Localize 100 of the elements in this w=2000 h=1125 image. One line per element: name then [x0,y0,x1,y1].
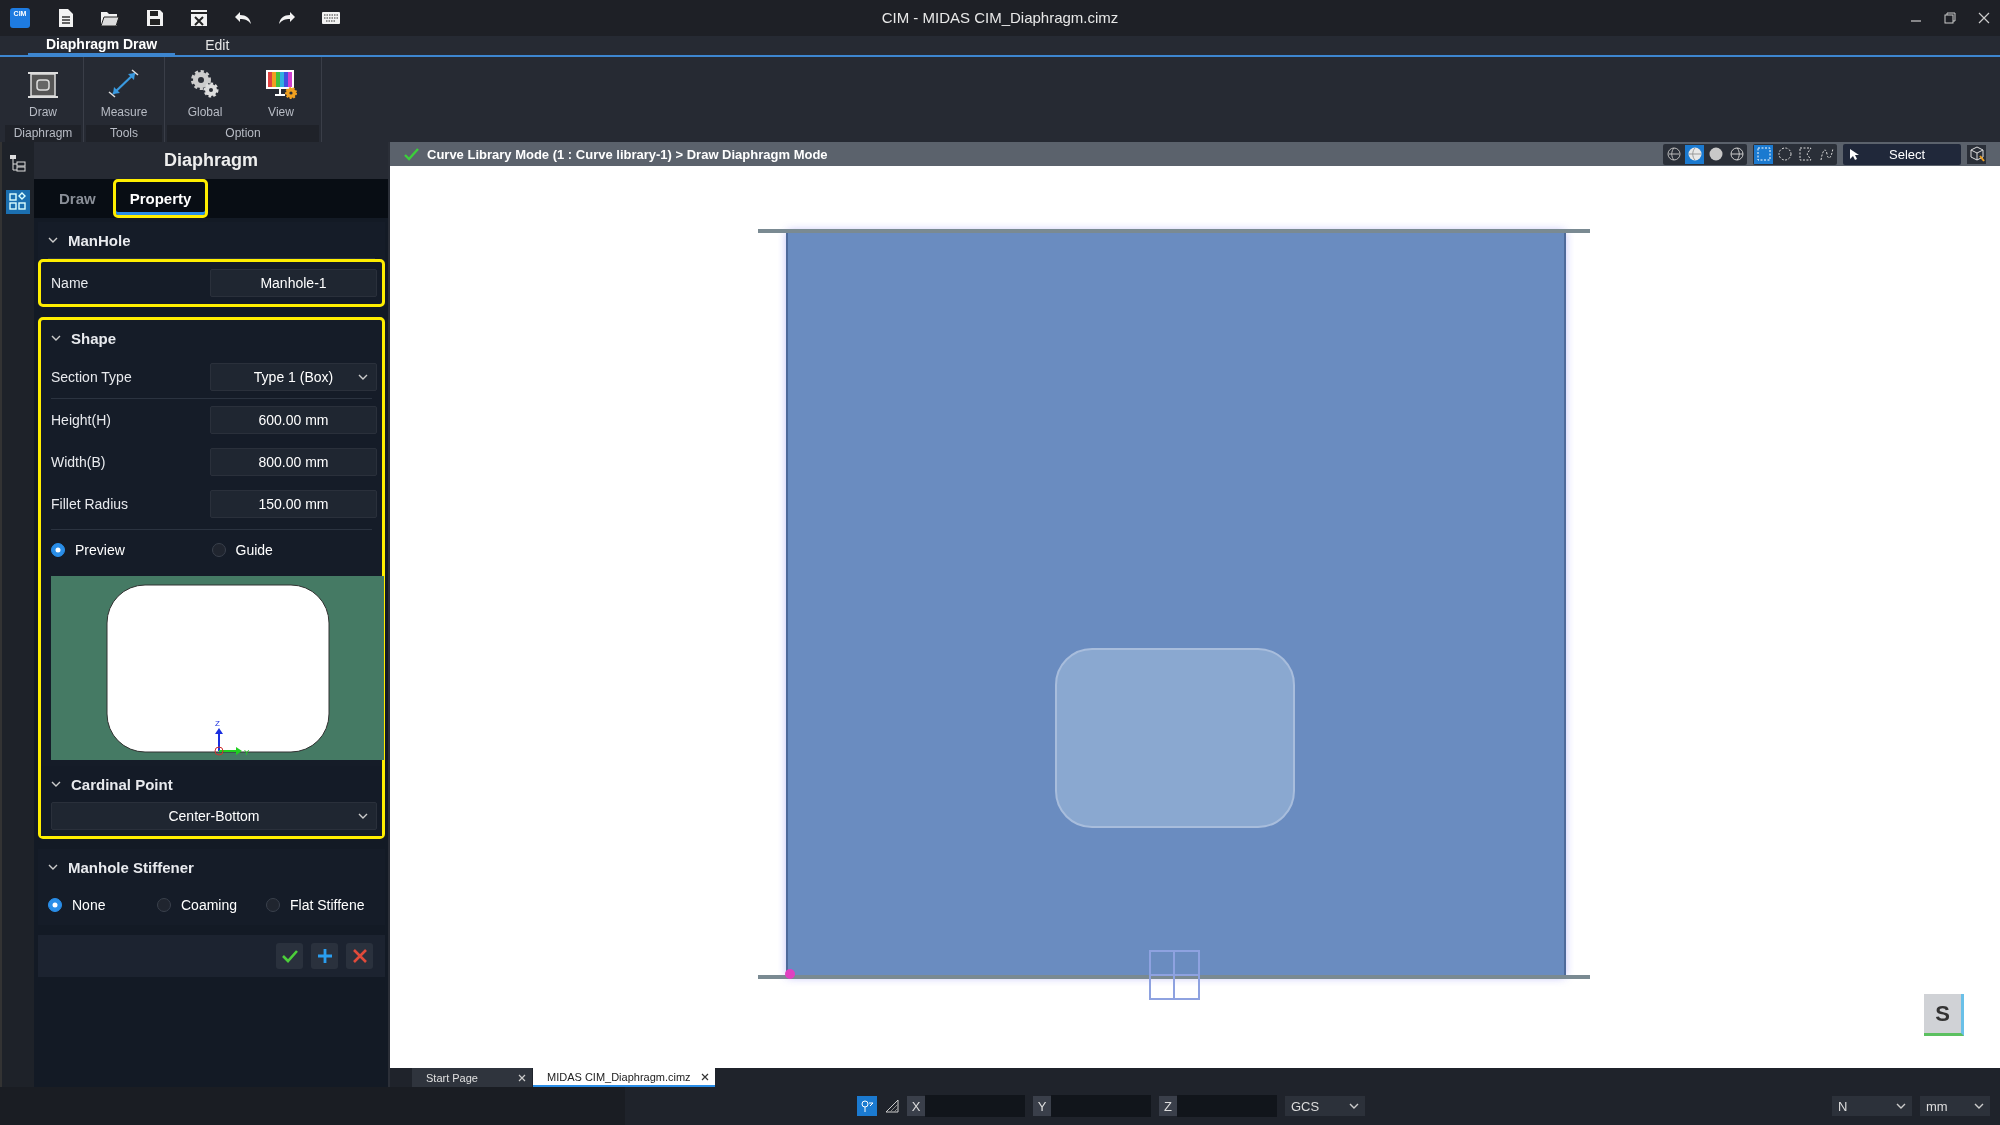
cursor-icon [1849,147,1859,161]
render-mode-button[interactable] [1664,144,1683,164]
components-icon[interactable] [6,190,30,214]
frame-icon [27,71,59,99]
close-file-icon[interactable] [190,9,208,27]
chevron-icon[interactable] [48,236,58,244]
snap-button[interactable] [857,1096,877,1116]
gears-icon [189,69,221,99]
polygon-select-icon [1797,146,1814,162]
section-header: ManHole [68,231,131,249]
field-label: Name [51,275,89,291]
ribbon-tool-button[interactable]: Global [167,57,243,125]
undo-icon[interactable] [234,11,252,25]
triangle-icon [885,1099,899,1113]
coordinate-field[interactable] [1177,1095,1277,1117]
value-field[interactable]: 150.00 mm [210,490,377,518]
cancel-icon [352,949,367,963]
render-mode-button[interactable] [1685,144,1704,164]
selection-mode-button[interactable] [1754,144,1773,164]
box-select-icon [1755,146,1772,162]
measure-icon [108,69,140,99]
radio-icon [266,898,280,912]
length-unit-dropdown[interactable]: mm [1920,1096,1990,1116]
cube-icon [1968,146,1985,162]
globe-icon [1728,146,1745,162]
field-label: Height(H) [51,412,111,428]
field-label: Width(B) [51,454,106,470]
force-unit-dropdown[interactable]: N [1832,1096,1912,1116]
render-mode-button[interactable] [1727,144,1746,164]
cancel-button[interactable] [346,943,373,969]
document-tab[interactable]: MIDAS CIM_Diaphragm.cimz [533,1068,715,1087]
cardinal-point-marker [1149,950,1200,1000]
section-header: Cardinal Point [71,775,173,793]
coordinate-system-dropdown[interactable]: GCS [1285,1096,1365,1116]
name-field[interactable]: Manhole-1 [210,269,377,297]
axis-label: Z [1159,1096,1177,1116]
coordinate-field[interactable] [1051,1095,1151,1117]
sphere-icon [1686,146,1703,162]
document-tab[interactable]: Start Page [412,1068,532,1087]
ribbon-tab[interactable]: Edit [187,36,248,55]
close-icon[interactable] [700,1072,709,1081]
radio-icon [51,543,65,557]
confirm-icon [281,949,298,963]
chevron-icon[interactable] [1349,1102,1359,1110]
radio-icon [157,898,171,912]
value-field[interactable]: 600.00 mm [210,406,377,434]
cardinal-point-dropdown[interactable]: Center-Bottom [51,802,377,830]
group-label: Tools [86,125,162,142]
view-option-radio[interactable]: Preview [51,542,212,558]
ribbon-tool-button[interactable]: Measure [86,57,162,125]
section-header: Manhole Stiffener [68,858,194,876]
restore-icon[interactable] [1944,12,1956,24]
mode-breadcrumb: Curve Library Mode (1 : Curve library-1) > Draw Diaphragm Mode [427,146,828,162]
stiffener-radio[interactable]: None [48,897,157,913]
view-badge[interactable]: S [1924,994,1964,1036]
value-field[interactable]: 800.00 mm [210,448,377,476]
lasso-select-icon [1818,146,1835,162]
radio-icon [211,543,226,557]
cube-select-button[interactable] [1967,144,1986,164]
add-icon [316,948,333,964]
field-label: Section Type [51,369,132,385]
section-type-dropdown[interactable]: Type 1 (Box) [210,363,377,391]
save-icon[interactable] [146,9,164,27]
sphere-icon [1707,146,1724,162]
axis-label: Y [1033,1096,1051,1116]
globe-icon [1665,146,1682,162]
redo-icon[interactable] [278,11,296,25]
axis-label: X [907,1096,925,1116]
panel-tab[interactable]: Property [112,179,209,218]
chevron-icon[interactable] [1974,1102,1984,1110]
stiffener-radio[interactable]: Coaming [157,897,266,913]
monitor-icon [265,69,297,99]
field-label: Fillet Radius [51,496,129,512]
chevron-icon[interactable] [51,334,61,342]
confirm-button[interactable] [276,943,303,969]
open-folder-icon[interactable] [100,9,120,27]
ribbon-tool-button[interactable]: Draw [5,57,81,125]
coordinate-field[interactable] [925,1095,1025,1117]
selection-mode-button[interactable] [1796,144,1815,164]
stiffener-radio[interactable]: Flat Stiffene [266,897,375,913]
chevron-icon[interactable] [48,863,58,871]
ribbon-tool-button[interactable]: View [243,57,319,125]
keyboard-icon[interactable] [322,12,340,24]
circle-select-icon [1776,146,1793,162]
tree-icon[interactable] [9,154,27,172]
chevron-icon[interactable] [1896,1102,1906,1110]
add-button[interactable] [311,943,338,969]
group-label: Diaphragm [5,125,81,142]
chevron-icon[interactable] [358,812,368,820]
panel-tab[interactable]: Draw [42,179,113,218]
selection-mode-button[interactable] [1775,144,1794,164]
ribbon-tab[interactable]: Diaphragm Draw [28,36,176,55]
chevron-icon[interactable] [358,373,368,381]
group-label: Option [167,125,319,142]
view-option-radio[interactable]: Guide [211,542,372,558]
new-file-icon[interactable] [58,8,74,28]
chevron-icon[interactable] [51,780,61,788]
window-title: CIM - MIDAS CIM_Diaphragm.cimz [881,9,1119,26]
point-marker [785,969,795,979]
select-dropdown[interactable]: Select [1843,143,1961,165]
